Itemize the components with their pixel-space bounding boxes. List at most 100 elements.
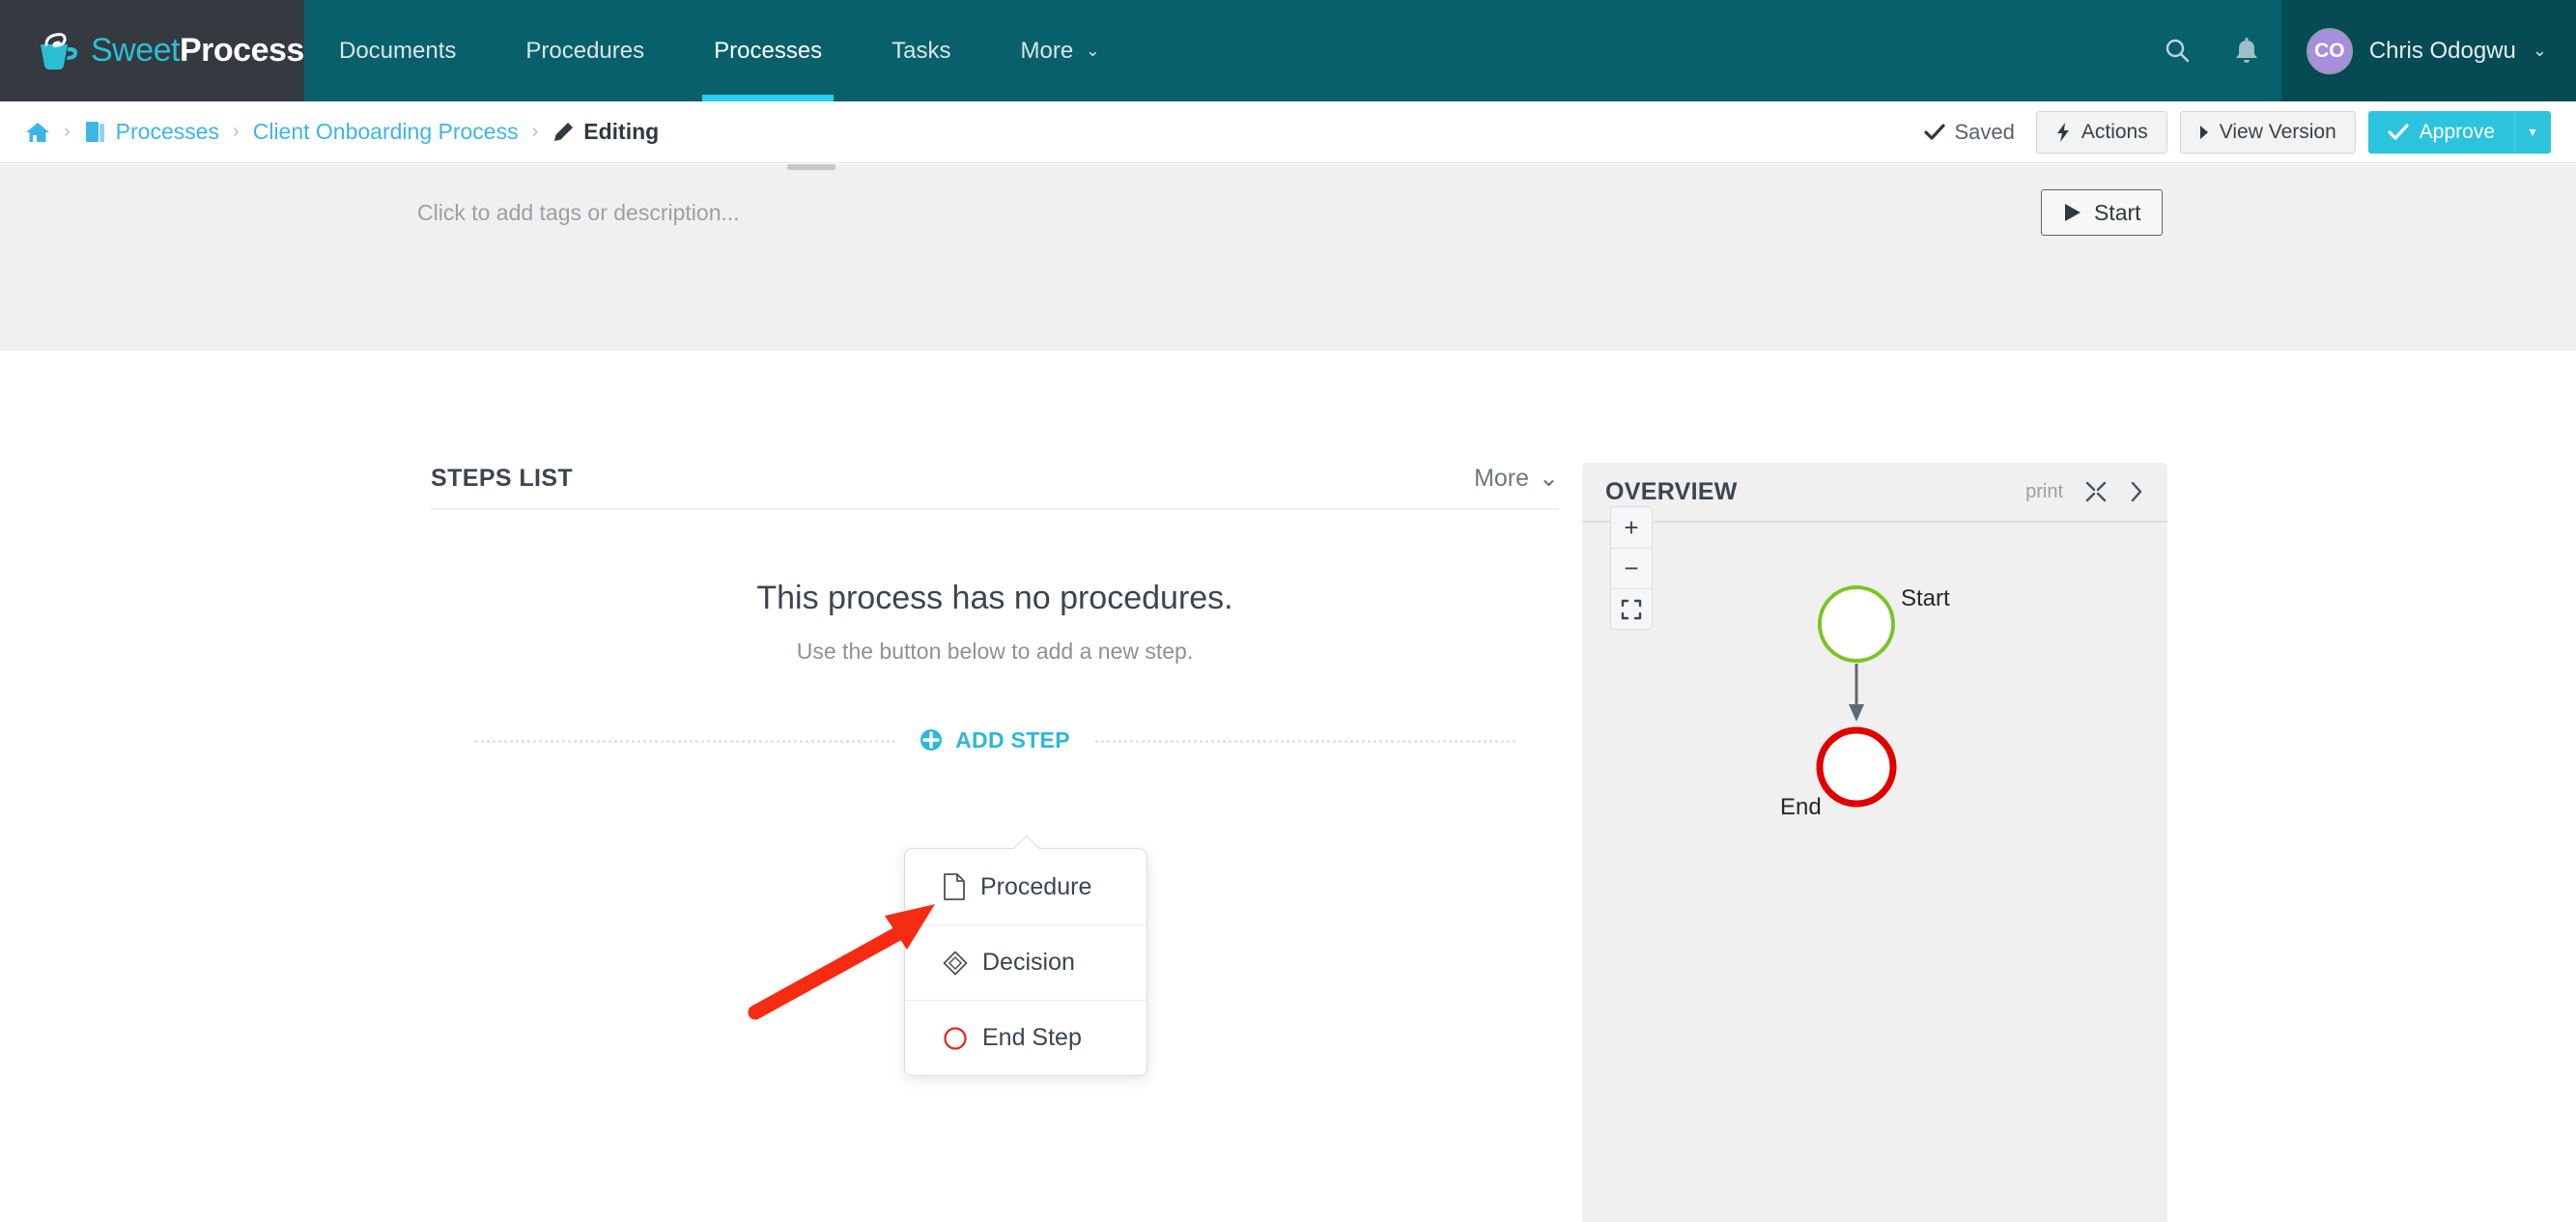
menu-item-decision[interactable]: Decision [905, 924, 1146, 1000]
primary-nav-items: Documents Procedures Processes Tasks Mor… [304, 0, 1134, 101]
bell-icon [2235, 37, 2257, 63]
nav-item-documents[interactable]: Documents [304, 0, 491, 101]
check-icon [2388, 123, 2409, 140]
chevron-down-icon: ⌄ [1539, 465, 1559, 492]
add-step-type-menu: Procedure Decision End Step [904, 848, 1147, 1076]
steps-list-more-button[interactable]: More ⌄ [1474, 464, 1559, 493]
user-name-label: Chris Odogwu [2368, 37, 2516, 64]
breadcrumb-item-editing: Editing [552, 119, 659, 145]
breadcrumb: › Processes › Client Onboarding Process … [25, 119, 659, 145]
bolt-icon [2056, 122, 2069, 142]
steps-list-title: STEPS LIST [431, 465, 574, 492]
add-step-label: ADD STEP [955, 726, 1070, 753]
overview-title: OVERVIEW [1605, 477, 1738, 505]
steps-list-panel: STEPS LIST More ⌄ This process has no pr… [431, 464, 1559, 769]
menu-item-label: Procedure [980, 872, 1092, 900]
saved-label: Saved [1954, 119, 2015, 144]
user-menu[interactable]: CO Chris Odogwu ⌄ [2280, 0, 2576, 101]
start-label: Start [2094, 199, 2141, 225]
nav-item-processes[interactable]: Processes [679, 0, 857, 101]
nav-label: Procedures [525, 37, 645, 64]
overview-panel: OVERVIEW print + − Start End [1582, 463, 2167, 1222]
approve-button[interactable]: Approve [2367, 110, 2514, 154]
plus-circle-icon [920, 729, 943, 751]
brand-wordmark: SweetProcess [91, 32, 304, 70]
empty-state-subtitle: Use the button below to add a new step. [796, 639, 1194, 664]
document-icon [944, 873, 965, 900]
breadcrumb-separator: › [64, 121, 71, 142]
actions-button[interactable]: Actions [2035, 110, 2167, 154]
breadcrumb-home[interactable] [25, 121, 50, 144]
process-flow-diagram: Start End [1582, 523, 2167, 986]
chevron-down-icon: ⌄ [2532, 41, 2547, 60]
approve-dropdown-toggle[interactable]: ▾ [2514, 110, 2551, 154]
book-icon [85, 121, 104, 142]
empty-state-title: This process has no procedures. [756, 580, 1233, 616]
flow-node-end-label: End [1780, 794, 1822, 820]
avatar: CO [2306, 27, 2353, 74]
menu-item-end-step[interactable]: End Step [905, 1000, 1146, 1075]
add-step-button[interactable]: ADD STEP [894, 715, 1095, 765]
caret-down-icon: ▾ [2529, 124, 2536, 139]
red-circle-icon [944, 1026, 967, 1050]
overview-tools: print [2025, 480, 2144, 503]
collapsed-tab-indicator [787, 164, 835, 170]
nav-item-more[interactable]: More ⌄ [986, 0, 1135, 101]
breadcrumb-item-processes[interactable]: Processes [84, 119, 219, 145]
search-icon [2166, 39, 2190, 62]
flow-edge-arrowhead [1849, 704, 1864, 722]
menu-pointer-caret [1013, 836, 1040, 849]
view-version-button[interactable]: View Version [2179, 110, 2356, 154]
menu-item-label: Decision [982, 949, 1075, 976]
breadcrumb-label: Processes [115, 119, 220, 144]
menu-item-procedure[interactable]: Procedure [905, 849, 1146, 924]
start-process-button[interactable]: Start [2041, 189, 2163, 236]
menu-item-label: End Step [982, 1024, 1082, 1051]
status-badge-saved: Saved [1924, 119, 2015, 145]
expand-button[interactable] [2084, 480, 2108, 503]
breadcrumb-item-client-onboarding-process[interactable]: Client Onboarding Process [253, 119, 519, 145]
tags-description-placeholder[interactable]: Click to add tags or description... [417, 200, 740, 226]
breadcrumb-separator: › [233, 121, 240, 142]
breadcrumb-separator: › [531, 121, 539, 142]
more-label: More [1474, 464, 1530, 492]
flow-node-end[interactable] [1816, 726, 1897, 808]
page-action-buttons: Saved Actions View Version Approve ▾ [1924, 110, 2551, 154]
flow-node-start[interactable] [1818, 585, 1895, 663]
search-button[interactable] [2142, 0, 2212, 101]
add-step-row: ADD STEP [431, 711, 1559, 769]
notifications-button[interactable] [2212, 0, 2281, 101]
chevron-down-icon: ⌄ [1086, 41, 1100, 60]
breadcrumb-label: Client Onboarding Process [252, 119, 519, 144]
expand-icon [2085, 481, 2107, 502]
chevron-right-icon [2131, 481, 2142, 502]
nav-label: Processes [714, 37, 823, 64]
flow-node-start-label: Start [1901, 585, 1950, 611]
nav-right-cluster: CO Chris Odogwu ⌄ [2142, 0, 2576, 101]
approve-label: Approve [2419, 120, 2495, 143]
check-icon [1924, 123, 1946, 140]
coffee-cup-icon [41, 32, 77, 70]
play-icon [2065, 204, 2081, 221]
collapse-panel-button[interactable] [2129, 480, 2144, 503]
overview-header: OVERVIEW print [1582, 463, 2167, 523]
pencil-icon [554, 122, 574, 141]
actions-label: Actions [2081, 120, 2148, 143]
process-header-band [0, 164, 2576, 351]
nav-item-procedures[interactable]: Procedures [491, 0, 679, 101]
brand-logo[interactable]: SweetProcess [0, 0, 304, 101]
diamond-icon [943, 951, 968, 975]
steps-list-header: STEPS LIST More ⌄ [431, 464, 1559, 510]
flow-diagram-svg [1816, 585, 1897, 808]
nav-label: More [1020, 37, 1074, 64]
home-icon [26, 122, 49, 142]
top-navigation-bar: SweetProcess Documents Procedures Proces… [0, 0, 2576, 101]
nav-label: Tasks [892, 37, 951, 64]
breadcrumb-bar: › Processes › Client Onboarding Process … [0, 101, 2576, 163]
nav-label: Documents [339, 37, 457, 64]
print-button[interactable]: print [2025, 481, 2063, 503]
brand-name-sweet: Sweet [91, 32, 181, 69]
view-version-label: View Version [2219, 120, 2336, 143]
brand-name-process: Process [180, 32, 304, 69]
nav-item-tasks[interactable]: Tasks [857, 0, 985, 101]
